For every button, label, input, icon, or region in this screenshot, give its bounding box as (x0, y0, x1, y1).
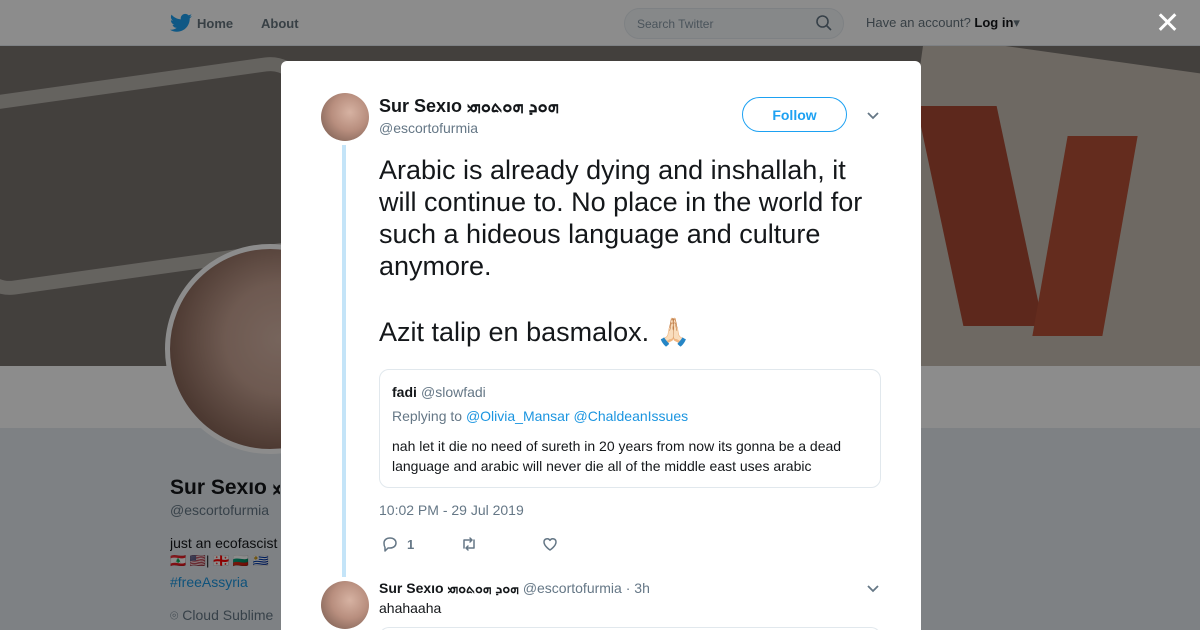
like-button[interactable] (541, 534, 567, 554)
reply-author-handle[interactable]: @escortofurmia (523, 580, 622, 596)
quoted-replying-to: Replying to @Olivia_Mansar @ChaldeanIssu… (392, 408, 688, 424)
quoted-author-name: fadi (392, 384, 417, 400)
reply-age[interactable]: · 3h (626, 580, 650, 596)
mention-link[interactable]: @Olivia_Mansar (466, 408, 570, 424)
quoted-tweet[interactable]: fadi @slowfadi Replying to @Olivia_Mansa… (379, 369, 881, 488)
replying-to-label: Replying to (392, 408, 463, 424)
quoted-author-handle: @slowfadi (421, 384, 486, 400)
heart-icon (543, 538, 557, 551)
retweet-button[interactable] (460, 534, 486, 554)
tweet-text: Arabic is already dying and inshallah, i… (379, 155, 863, 281)
retweet-icon (463, 537, 475, 551)
reply-author-name[interactable]: Sur Sexıo ܗܘܕ ܗܘܬܘܗܝ (379, 580, 519, 596)
author-name[interactable]: Sur Sexıo ܗܘܕ ܗܘܬܘܗܝ (379, 96, 559, 117)
author-handle[interactable]: @escortofurmia (379, 120, 478, 136)
follow-button[interactable]: Follow (742, 97, 847, 132)
reply-author-avatar[interactable] (321, 581, 369, 629)
thread-line (342, 145, 346, 577)
chevron-down-icon[interactable] (865, 108, 881, 124)
reply-text: ahahaaha (379, 600, 442, 616)
tweet-timestamp[interactable]: 10:02 PM - 29 Jul 2019 (379, 502, 524, 518)
reply-count: 1 (407, 536, 415, 552)
reply-header: Sur Sexıo ܗܘܕ ܗܘܬܘܗܝ @escortofurmia · 3h (379, 580, 650, 597)
reply-button[interactable]: 1 (381, 534, 414, 554)
tweet-text-second-paragraph: Azit talip en basmalox. 🙏🏻 (379, 317, 691, 347)
close-icon[interactable]: ✕ (1155, 9, 1180, 39)
tweet-modal: Sur Sexıo ܗܘܕ ܗܘܬܘܗܝ @escortofurmia Foll… (281, 61, 921, 630)
quoted-tweet-text: nah let it die no need of sureth in 20 y… (392, 438, 842, 474)
mention-link[interactable]: @ChaldeanIssues (574, 408, 689, 424)
author-avatar[interactable] (321, 93, 369, 141)
reply-icon (383, 537, 397, 552)
chevron-down-icon[interactable] (865, 581, 881, 597)
